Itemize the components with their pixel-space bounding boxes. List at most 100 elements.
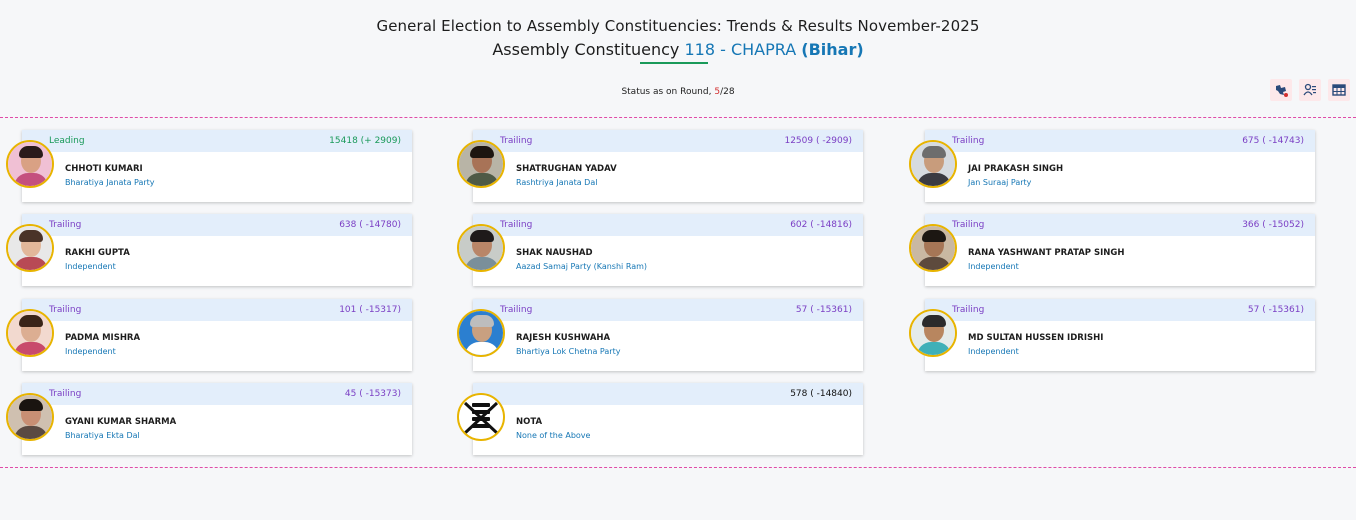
title-underline [640, 62, 708, 64]
constituency-name: - CHAPRA [720, 40, 797, 59]
candidate-photo [457, 140, 505, 188]
candidate-photo [457, 309, 505, 357]
vote-count: 602 ( -14816) [790, 220, 852, 230]
card-body: Trailing 602 ( -14816) SHAK NAUSHAD Aaza… [473, 214, 863, 286]
card-header: Trailing 638 ( -14780) [22, 214, 412, 236]
card-header: Trailing 675 ( -14743) [925, 130, 1315, 152]
card-header: Trailing 366 ( -15052) [925, 214, 1315, 236]
result-status: Trailing [952, 305, 985, 315]
candidate-card[interactable]: Trailing 366 ( -15052) RANA YASHWANT PRA… [909, 214, 1315, 286]
candidate-card[interactable]: Leading 15418 (+ 2909) CHHOTI KUMARI Bha… [6, 130, 412, 202]
round-status: Status as on Round, 5/28 [0, 87, 1356, 97]
candidate-card[interactable]: Trailing 57 ( -15361) RAJESH KUSHWAHA Bh… [457, 299, 863, 371]
party-name[interactable]: None of the Above [516, 431, 590, 440]
candidate-name: PADMA MISHRA [65, 333, 141, 343]
card-header: Leading 15418 (+ 2909) [22, 130, 412, 152]
party-name[interactable]: Bhartiya Lok Chetna Party [516, 347, 620, 356]
nota-symbol-icon [457, 393, 505, 441]
card-body: 578 ( -14840) NOTA None of the Above [473, 383, 863, 455]
party-name[interactable]: Independent [65, 262, 116, 271]
candidate-card[interactable]: Trailing 45 ( -15373) GYANI KUMAR SHARMA… [6, 383, 412, 455]
map-view-icon[interactable] [1270, 79, 1292, 101]
candidate-name: RAKHI GUPTA [65, 248, 130, 258]
vote-count: 638 ( -14780) [339, 220, 401, 230]
constituency-prefix: Assembly Constituency [492, 40, 680, 59]
candidate-photo [909, 309, 957, 357]
state-name: (Bihar) [801, 40, 864, 59]
candidate-card[interactable]: Trailing 602 ( -14816) SHAK NAUSHAD Aaza… [457, 214, 863, 286]
round-status-prefix: Status as on Round, [621, 87, 712, 97]
party-name[interactable]: Independent [968, 347, 1019, 356]
candidate-card[interactable]: Trailing 675 ( -14743) JAI PRAKASH SINGH… [909, 130, 1315, 202]
card-header: Trailing 602 ( -14816) [473, 214, 863, 236]
vote-count: 15418 (+ 2909) [329, 136, 401, 146]
candidate-photo [909, 140, 957, 188]
vote-count: 12509 ( -2909) [784, 136, 852, 146]
party-name[interactable]: Bharatiya Janata Party [65, 178, 155, 187]
card-header: Trailing 12509 ( -2909) [473, 130, 863, 152]
candidate-photo [6, 224, 54, 272]
bottom-separator [0, 467, 1356, 468]
vote-count: 45 ( -15373) [344, 389, 401, 399]
result-status: Trailing [952, 220, 985, 230]
card-body: Leading 15418 (+ 2909) CHHOTI KUMARI Bha… [22, 130, 412, 202]
view-toolbar [1270, 79, 1350, 101]
card-body: Trailing 45 ( -15373) GYANI KUMAR SHARMA… [22, 383, 412, 455]
party-name[interactable]: Jan Suraaj Party [968, 178, 1031, 187]
party-name[interactable]: Bharatiya Ekta Dal [65, 431, 140, 440]
card-body: Trailing 12509 ( -2909) SHATRUGHAN YADAV… [473, 130, 863, 202]
result-status: Trailing [500, 220, 533, 230]
result-status: Leading [49, 136, 85, 146]
candidate-photo [6, 140, 54, 188]
party-name[interactable]: Independent [968, 262, 1019, 271]
constituency-title: Assembly Constituency 118 - CHAPRA (Biha… [0, 39, 1356, 61]
candidate-name: JAI PRAKASH SINGH [968, 164, 1064, 174]
candidate-name: NOTA [516, 417, 543, 427]
vote-count: 57 ( -15361) [795, 305, 852, 315]
candidate-name: SHAK NAUSHAD [516, 248, 593, 258]
party-name[interactable]: Aazad Samaj Party (Kanshi Ram) [516, 262, 647, 271]
candidate-photo [6, 393, 54, 441]
constituency-number: 118 [684, 40, 715, 59]
candidate-card[interactable]: Trailing 57 ( -15361) MD SULTAN HUSSEN I… [909, 299, 1315, 371]
card-body: Trailing 675 ( -14743) JAI PRAKASH SINGH… [925, 130, 1315, 202]
candidate-name: SHATRUGHAN YADAV [516, 164, 617, 174]
vote-count: 57 ( -15361) [1247, 305, 1304, 315]
top-separator [0, 117, 1356, 118]
candidate-card[interactable]: Trailing 638 ( -14780) RAKHI GUPTA Indep… [6, 214, 412, 286]
result-status: Trailing [49, 305, 82, 315]
vote-count: 578 ( -14840) [790, 389, 852, 399]
table-view-icon[interactable] [1328, 79, 1350, 101]
page-header: General Election to Assembly Constituenc… [0, 16, 1356, 61]
card-body: Trailing 57 ( -15361) MD SULTAN HUSSEN I… [925, 299, 1315, 371]
candidate-name: CHHOTI KUMARI [65, 164, 143, 174]
candidate-photo [457, 224, 505, 272]
party-name[interactable]: Rashtriya Janata Dal [516, 178, 597, 187]
candidate-name: RAJESH KUSHWAHA [516, 333, 611, 343]
card-header: Trailing 57 ( -15361) [925, 299, 1315, 321]
candidate-name: GYANI KUMAR SHARMA [65, 417, 177, 427]
result-status: Trailing [952, 136, 985, 146]
card-body: Trailing 101 ( -15317) PADMA MISHRA Inde… [22, 299, 412, 371]
election-title: General Election to Assembly Constituenc… [376, 17, 980, 35]
card-body: Trailing 638 ( -14780) RAKHI GUPTA Indep… [22, 214, 412, 286]
candidate-card[interactable]: Trailing 12509 ( -2909) SHATRUGHAN YADAV… [457, 130, 863, 202]
party-name[interactable]: Independent [65, 347, 116, 356]
card-header: Trailing 45 ( -15373) [22, 383, 412, 405]
vote-count: 366 ( -15052) [1242, 220, 1304, 230]
candidate-card[interactable]: 578 ( -14840) NOTA None of the Above [457, 383, 863, 455]
card-header: Trailing 57 ( -15361) [473, 299, 863, 321]
candidate-list-icon[interactable] [1299, 79, 1321, 101]
result-status: Trailing [500, 136, 533, 146]
vote-count: 675 ( -14743) [1242, 136, 1304, 146]
result-status: Trailing [500, 305, 533, 315]
candidate-photo [6, 309, 54, 357]
candidate-name: MD SULTAN HUSSEN IDRISHI [968, 333, 1104, 343]
candidate-name: RANA YASHWANT PRATAP SINGH [968, 248, 1125, 258]
result-status: Trailing [49, 389, 82, 399]
card-header: Trailing 101 ( -15317) [22, 299, 412, 321]
candidate-card[interactable]: Trailing 101 ( -15317) PADMA MISHRA Inde… [6, 299, 412, 371]
vote-count: 101 ( -15317) [339, 305, 401, 315]
card-body: Trailing 57 ( -15361) RAJESH KUSHWAHA Bh… [473, 299, 863, 371]
card-body: Trailing 366 ( -15052) RANA YASHWANT PRA… [925, 214, 1315, 286]
